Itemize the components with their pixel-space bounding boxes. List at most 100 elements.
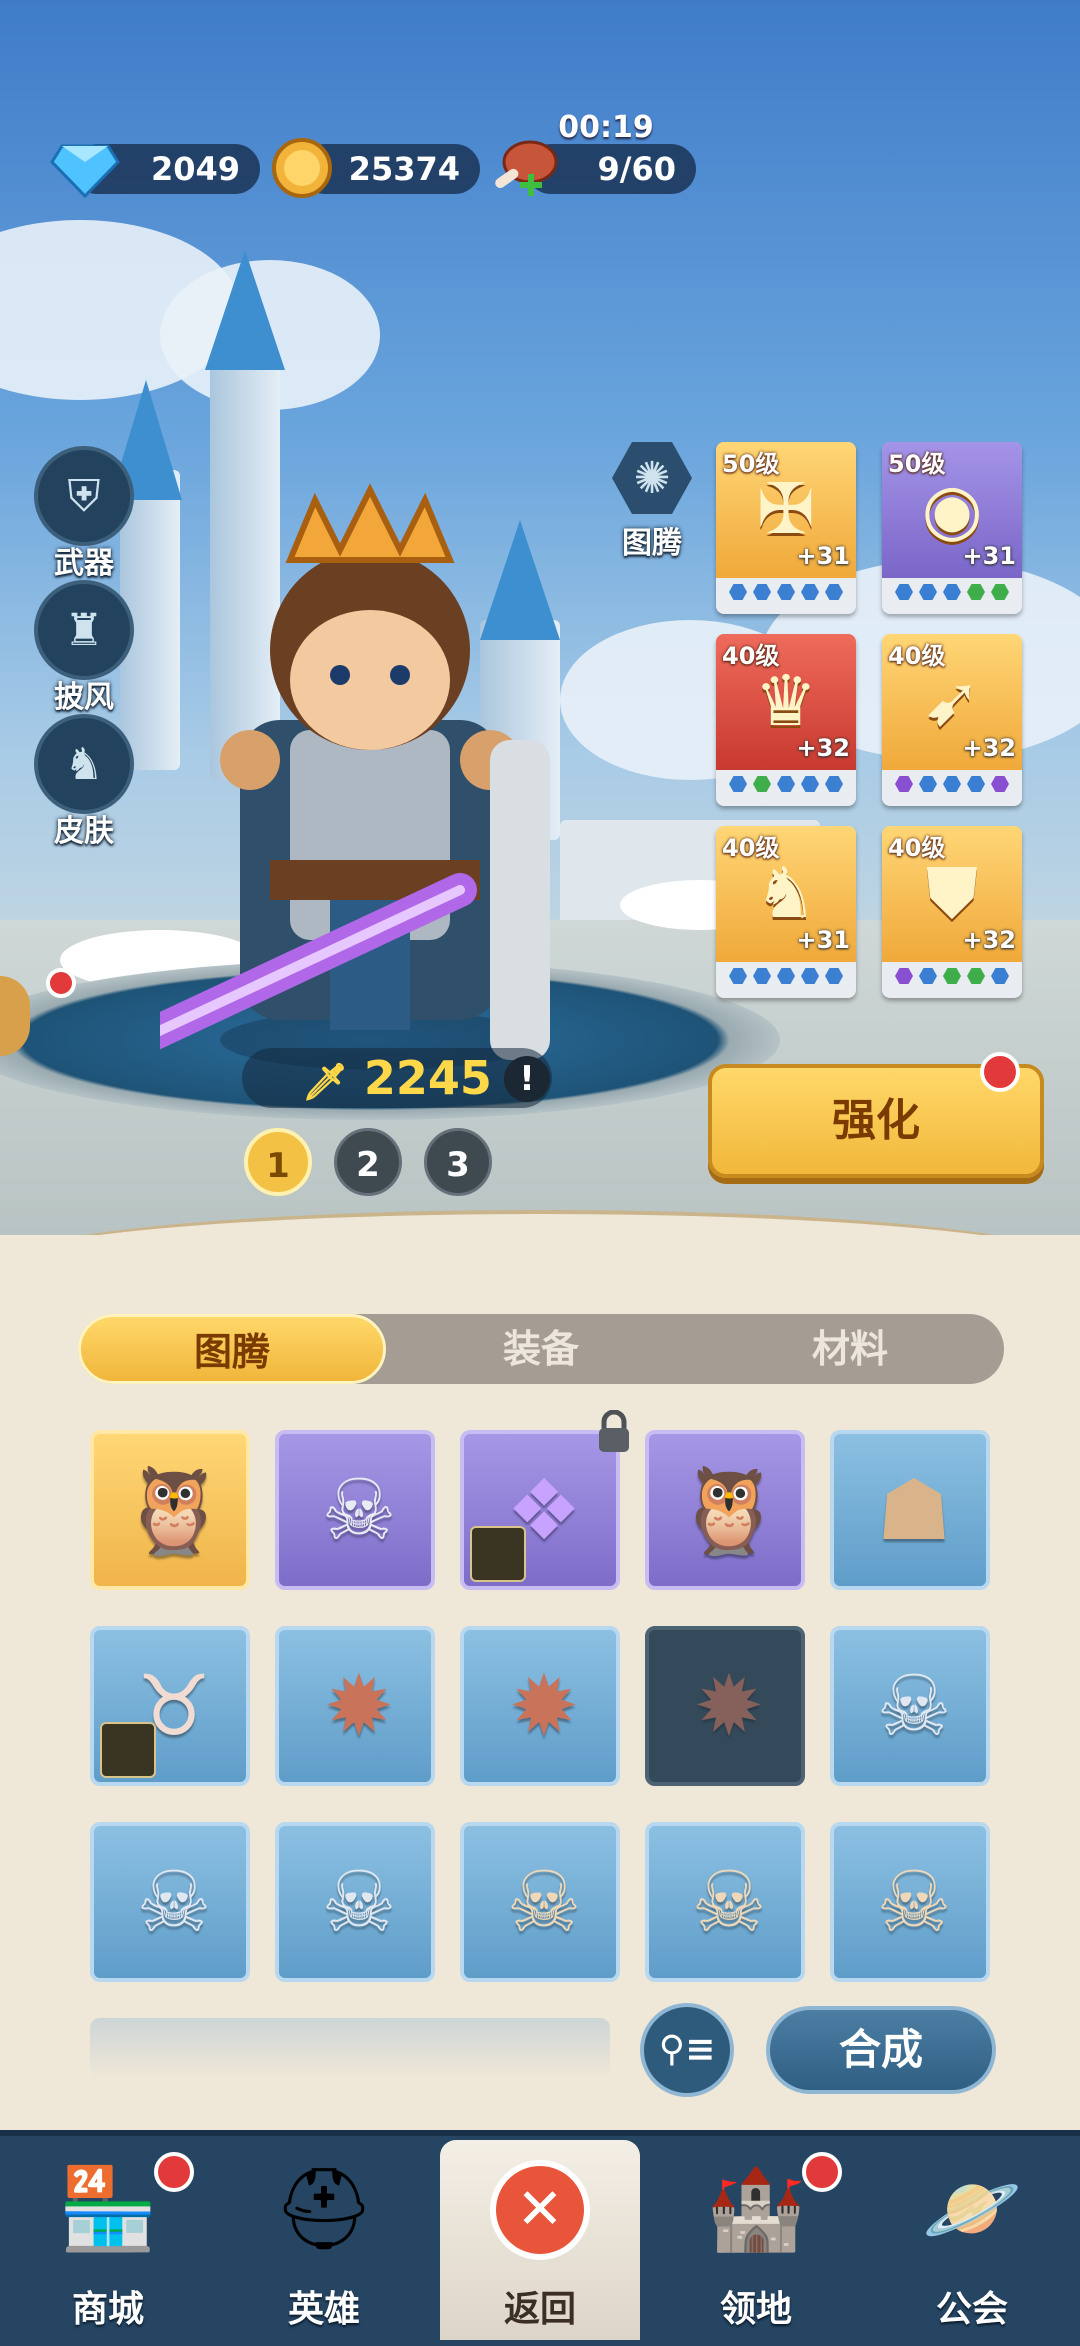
inventory-slot[interactable]: ☠: [275, 1430, 435, 1590]
nav-label: 领地: [719, 2289, 792, 2330]
coin-icon: [272, 138, 332, 198]
crown-icon: ♛: [754, 660, 818, 742]
nav-planet[interactable]: 🪐 公会: [872, 2140, 1072, 2340]
owl-mask-icon: 🦉: [121, 1461, 227, 1559]
cape-button[interactable]: ♜ 披风: [34, 580, 134, 716]
nav-castle[interactable]: 🏰 领地: [656, 2140, 856, 2340]
faded-row: [90, 2018, 610, 2078]
totem-icon: ✺: [633, 452, 671, 504]
inventory-slot[interactable]: ☠: [645, 1822, 805, 1982]
equipment-card[interactable]: ◉ 50级 +31: [882, 442, 1022, 614]
equipment-level: 40级: [722, 642, 780, 670]
card-face: ⛊ 40级 +32: [882, 826, 1022, 962]
knight-helmet-icon: ⛑: [273, 2162, 375, 2255]
inventory-slot[interactable]: ✹: [460, 1626, 620, 1786]
cross-amulet-icon: ✠: [756, 468, 816, 550]
tab-totem[interactable]: 图腾: [78, 1314, 386, 1384]
silver-skull-icon: ☠: [876, 1657, 952, 1755]
inventory-slot[interactable]: ☗: [830, 1430, 990, 1590]
nav-knight-helmet[interactable]: ⛑ 英雄: [224, 2140, 424, 2340]
nav-badge: [802, 2152, 842, 2192]
equipment-level: 50级: [722, 450, 780, 478]
equipment-plus: +32: [962, 734, 1016, 762]
gem-slot: [967, 776, 985, 792]
skin-button[interactable]: ♞ 皮肤: [34, 714, 134, 850]
equipped-hero-avatar: [100, 1722, 156, 1778]
card-face: ♛ 40级 +32: [716, 634, 856, 770]
gem-slot: [895, 584, 913, 600]
gem-slots: [716, 968, 856, 984]
page-3-button[interactable]: 3: [424, 1128, 492, 1196]
gem-slot: [801, 968, 819, 984]
cat-skull-icon: ☠: [506, 1853, 582, 1951]
inventory-slot[interactable]: 🦉: [90, 1430, 250, 1590]
stamina-timer: 00:19: [558, 110, 654, 145]
weapon-label: 武器: [54, 546, 114, 581]
weapon-button[interactable]: ⛨ 武器: [34, 446, 134, 582]
card-face: ✠ 50级 +31: [716, 442, 856, 578]
inventory-slot[interactable]: ☠: [275, 1822, 435, 1982]
horn-icon: ➹: [922, 660, 982, 742]
nav-badge: [154, 2152, 194, 2192]
equipped-hero-avatar: [470, 1526, 526, 1582]
equipment-plus: +31: [962, 542, 1016, 570]
warning-icon[interactable]: !: [504, 1056, 550, 1102]
page-1-button[interactable]: 1: [244, 1128, 312, 1196]
equipment-card[interactable]: ♞ 40级 +31: [716, 826, 856, 998]
gem-slot: [777, 776, 795, 792]
gem-slot: [753, 968, 771, 984]
page-2-button[interactable]: 2: [334, 1128, 402, 1196]
inventory-slot[interactable]: 🦉: [645, 1430, 805, 1590]
silver-skull-icon: ☠: [136, 1853, 212, 1951]
tab-equipment[interactable]: 装备: [386, 1314, 696, 1384]
nav-shop[interactable]: 🏪 商城: [8, 2140, 208, 2340]
gem-slot: [801, 584, 819, 600]
gem-slots: [716, 776, 856, 792]
inventory-slot[interactable]: ☠: [830, 1626, 990, 1786]
cape-label: 披风: [54, 680, 114, 715]
gem-slot: [895, 776, 913, 792]
inventory-slot[interactable]: ♉: [90, 1626, 250, 1786]
horned-skull-icon: ☠: [321, 1461, 397, 1559]
filter-icon: ⚲≡: [658, 2029, 716, 2070]
diamond-icon: [50, 144, 120, 198]
inventory-slot[interactable]: ☠: [90, 1822, 250, 1982]
equipment-card[interactable]: ⛊ 40级 +32: [882, 826, 1022, 998]
gem-slot: [729, 584, 747, 600]
gem-slot: [943, 968, 961, 984]
equipment-card[interactable]: ♛ 40级 +32: [716, 634, 856, 806]
compose-button[interactable]: 合成: [766, 2006, 996, 2094]
inventory-slot[interactable]: ✹: [275, 1626, 435, 1786]
inventory-slot[interactable]: ☠: [460, 1822, 620, 1982]
filter-sort-button[interactable]: ⚲≡: [640, 2003, 734, 2097]
equipment-card[interactable]: ➹ 40级 +32: [882, 634, 1022, 806]
equipment-level: 40级: [888, 834, 946, 862]
gem-slots: [716, 584, 856, 600]
gem-slot: [753, 584, 771, 600]
cat-skull-icon: ☠: [876, 1853, 952, 1951]
card-face: ♞ 40级 +31: [716, 826, 856, 962]
gem-slot: [777, 584, 795, 600]
gem-slot: [967, 584, 985, 600]
inventory-slot[interactable]: ☠: [830, 1822, 990, 1982]
nav-label: 英雄: [287, 2289, 360, 2330]
meat-icon[interactable]: [488, 134, 560, 204]
totem-button[interactable]: ✺ 图腾: [610, 438, 694, 562]
gem-slot: [825, 776, 843, 792]
totem-label: 图腾: [622, 526, 682, 561]
equipment-level: 40级: [888, 642, 946, 670]
inventory-slot[interactable]: ✹: [645, 1626, 805, 1786]
tab-materials[interactable]: 材料: [696, 1314, 1004, 1384]
gem-slot: [895, 968, 913, 984]
inventory-slot[interactable]: ❖: [460, 1430, 620, 1590]
gem-ring-icon: ◉: [921, 468, 983, 550]
gem-slot: [991, 776, 1009, 792]
equipment-plus: +31: [796, 542, 850, 570]
gem-slot: [967, 968, 985, 984]
equipment-card[interactable]: ✠ 50级 +31: [716, 442, 856, 614]
silver-skull-icon: ☠: [321, 1853, 397, 1951]
bear-skull-icon: ☗: [876, 1461, 952, 1559]
nav-label: 公会: [935, 2289, 1008, 2330]
nav-label: 商城: [71, 2289, 144, 2330]
nav-close[interactable]: ✕ 返回: [440, 2140, 640, 2340]
